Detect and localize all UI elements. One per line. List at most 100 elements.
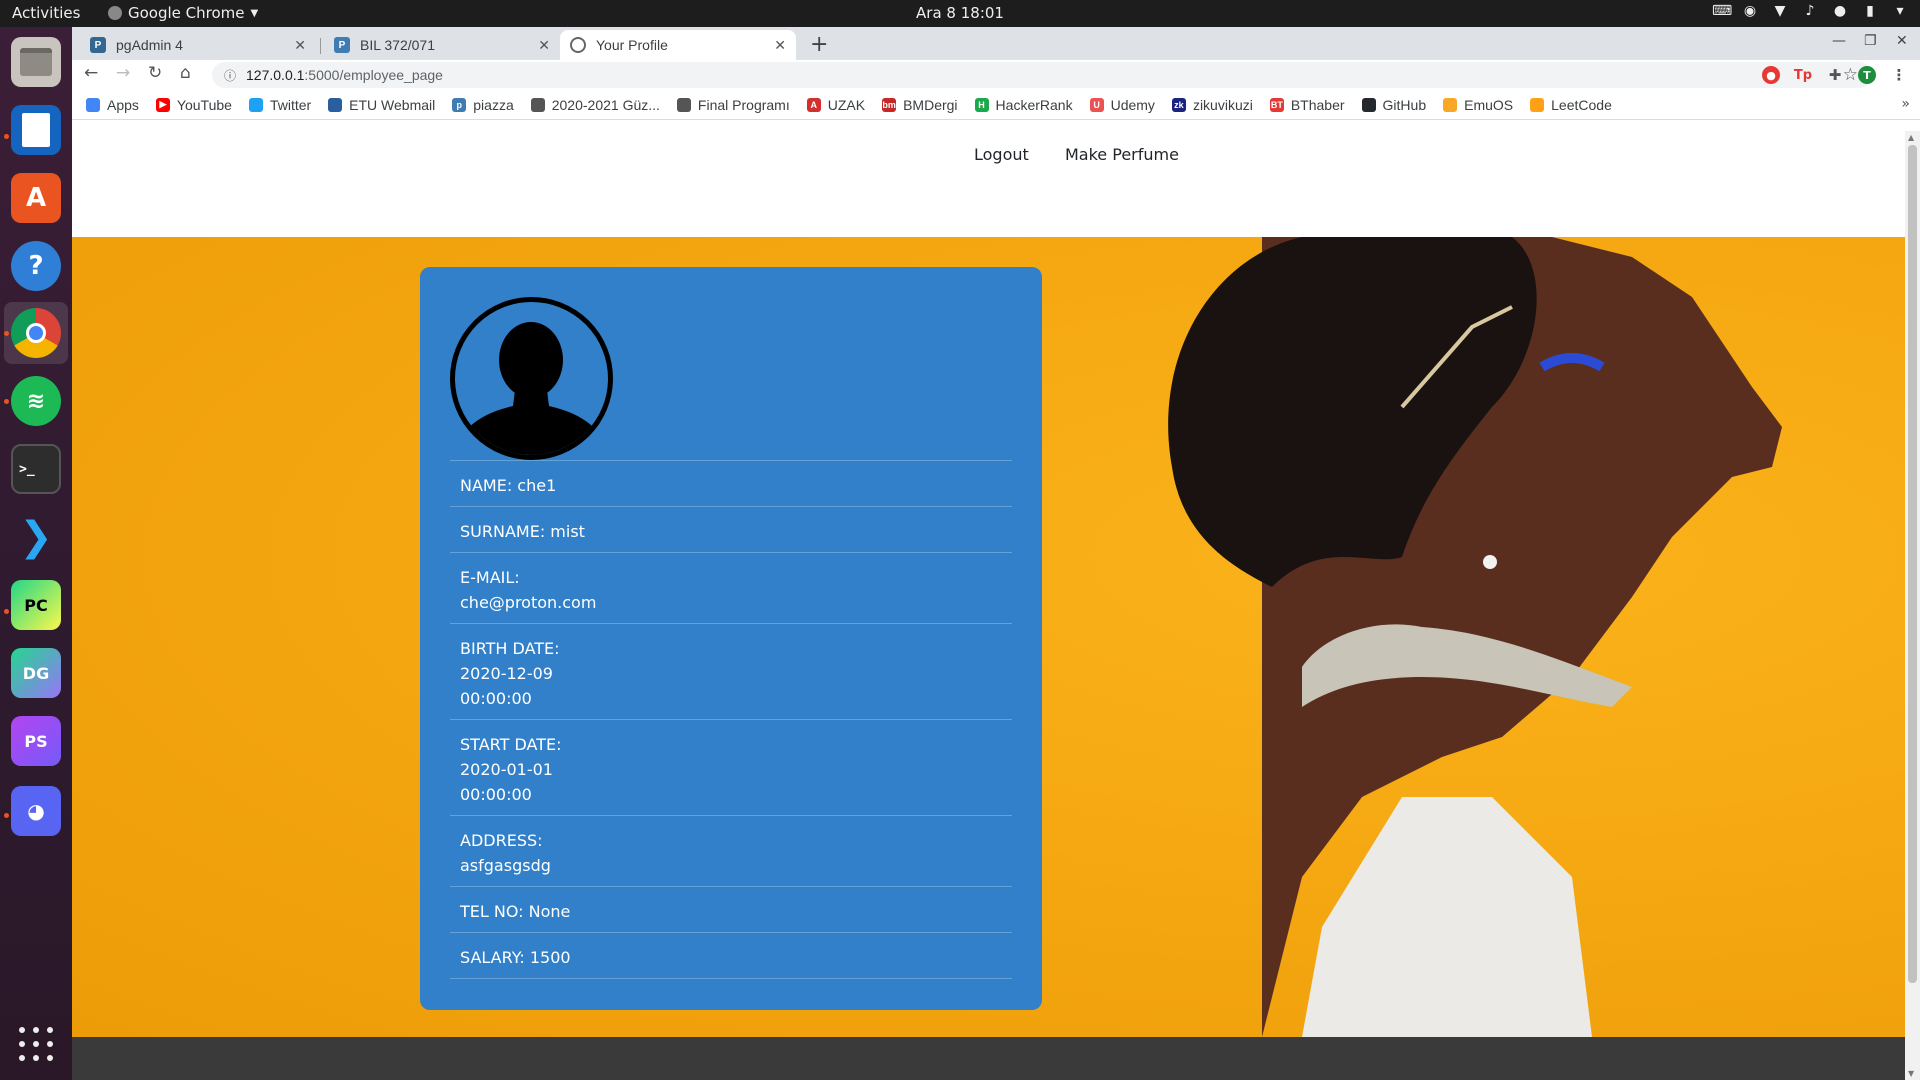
- chrome-icon[interactable]: [11, 308, 61, 358]
- tp-extension-icon[interactable]: Tp: [1794, 66, 1812, 84]
- datagrip-icon[interactable]: DG: [11, 648, 61, 698]
- bookmark-final-program[interactable]: Final Programı: [676, 97, 790, 113]
- bookmark-leetcode[interactable]: LeetCode: [1530, 97, 1612, 113]
- bookmark-hackerrank[interactable]: H HackerRank: [974, 96, 1073, 113]
- start-date-label: START DATE:: [460, 735, 562, 754]
- close-tab-icon[interactable]: ✕: [294, 37, 306, 54]
- system-tray[interactable]: ⌨ ◉ ▼ ♪ ● ▮ ▾: [1712, 3, 1908, 19]
- bookmark-emuos[interactable]: EmuOS: [1443, 97, 1513, 113]
- bookmark-label: Twitter: [269, 96, 312, 113]
- forward-icon[interactable]: →: [116, 63, 130, 83]
- back-icon[interactable]: ←: [84, 63, 98, 83]
- site-info-icon[interactable]: ⓘ: [224, 67, 236, 84]
- home-icon[interactable]: ⌂: [180, 63, 191, 83]
- bookmark-bthaber[interactable]: BT BThaber: [1269, 97, 1345, 113]
- close-window-icon[interactable]: ✕: [1896, 33, 1908, 49]
- tab-separator: [320, 38, 321, 54]
- bookmark-favicon-icon: [1361, 97, 1376, 112]
- power-menu-icon[interactable]: ▾: [1892, 3, 1908, 19]
- email-row: E-MAIL: che@proton.com: [450, 552, 1012, 623]
- tab-strip: P pgAdmin 4 ✕ P BIL 372/071 ✕ Your Profi…: [72, 27, 1920, 60]
- pycharm-icon[interactable]: PC: [11, 580, 61, 630]
- bookmark-uzak[interactable]: A UZAK: [806, 97, 865, 113]
- bookmark-label: Udemy: [1110, 96, 1155, 113]
- adblock-extension-icon[interactable]: ●: [1762, 66, 1780, 84]
- site-navbar: Logout Make Perfume: [72, 131, 1905, 237]
- discord-tray-icon[interactable]: ◉: [1742, 3, 1758, 19]
- bookmark-label: HackerRank: [995, 96, 1073, 113]
- bookmark-label: ETU Webmail: [349, 96, 436, 113]
- bookmark-favicon-icon: bm: [882, 97, 897, 112]
- minimize-icon[interactable]: —: [1832, 33, 1846, 49]
- scrollbar-thumb[interactable]: [1908, 145, 1917, 983]
- address-bar[interactable]: ⓘ 127.0.0.1:5000/employee_page ☆: [212, 62, 1872, 88]
- birth-date-row: BIRTH DATE: 2020-12-09 00:00:00: [450, 623, 1012, 719]
- bookmark-label: piazza: [473, 96, 514, 113]
- logout-link[interactable]: Logout: [974, 145, 1029, 164]
- bookmark-2020-2021-g-z[interactable]: 2020-2021 Güz...: [530, 97, 660, 113]
- bookmarks-overflow-icon[interactable]: »: [1901, 96, 1910, 112]
- surname-row: SURNAME: mist: [450, 506, 1012, 552]
- piazza-favicon-icon: P: [334, 37, 350, 53]
- scroll-up-icon[interactable]: ▲: [1908, 133, 1914, 142]
- close-tab-icon[interactable]: ✕: [774, 37, 786, 54]
- new-tab-button[interactable]: +: [810, 32, 828, 57]
- close-tab-icon[interactable]: ✕: [538, 37, 550, 54]
- discord-icon[interactable]: ◕: [11, 786, 61, 836]
- pgadmin-favicon-icon: P: [90, 37, 106, 53]
- tel-value: TEL NO: None: [460, 902, 571, 921]
- bookmark-star-icon[interactable]: ☆: [1843, 65, 1858, 85]
- scroll-down-icon[interactable]: ▼: [1908, 1069, 1914, 1078]
- make-perfume-link[interactable]: Make Perfume: [1065, 145, 1179, 164]
- start-date-row: START DATE: 2020-01-01 00:00:00: [450, 719, 1012, 815]
- bookmark-favicon-icon: [1443, 97, 1458, 112]
- volume-icon[interactable]: ♪: [1802, 3, 1818, 19]
- birth-date-label: BIRTH DATE:: [460, 639, 560, 658]
- running-indicator: [4, 609, 9, 614]
- bookmark-label: EmuOS: [1464, 96, 1514, 113]
- spotify-icon[interactable]: ≋: [11, 376, 61, 426]
- bookmark-favicon-icon: ▶: [155, 97, 170, 112]
- keyboard-icon[interactable]: ⌨: [1712, 3, 1732, 19]
- bookmark-apps[interactable]: Apps: [86, 97, 139, 113]
- system-top-bar: Activities Google Chrome ▼ Ara 8 18:01 ⌨…: [0, 0, 1920, 27]
- tab-bil372[interactable]: P BIL 372/071 ✕: [324, 30, 560, 60]
- wifi-icon[interactable]: ▼: [1772, 3, 1788, 19]
- profile-avatar[interactable]: T: [1858, 66, 1876, 84]
- phpstorm-icon[interactable]: PS: [11, 716, 61, 766]
- url-path: :5000/employee_page: [304, 67, 443, 83]
- battery-icon[interactable]: ▮: [1862, 3, 1878, 19]
- terminal-icon[interactable]: >_: [11, 444, 61, 494]
- software-center-icon[interactable]: A: [11, 173, 61, 223]
- running-indicator: [4, 331, 9, 336]
- bookmark-github[interactable]: GitHub: [1361, 97, 1426, 113]
- help-icon[interactable]: ?: [11, 241, 61, 291]
- show-applications-icon[interactable]: [19, 1027, 53, 1061]
- bookmark-piazza[interactable]: p piazza: [452, 96, 514, 113]
- microphone-icon[interactable]: ●: [1832, 3, 1848, 19]
- address-value: asfgasgsdg: [460, 856, 551, 875]
- tab-pgadmin[interactable]: P pgAdmin 4 ✕: [80, 30, 316, 60]
- page-scrollbar[interactable]: ▲ ▼: [1905, 131, 1920, 1080]
- bookmark-udemy[interactable]: U Udemy: [1089, 96, 1155, 113]
- bookmark-favicon-icon: [248, 97, 263, 112]
- extensions-puzzle-icon[interactable]: ✚: [1826, 66, 1844, 84]
- chrome-menu-icon[interactable]: ⋮: [1890, 66, 1908, 84]
- start-date-value: 2020-01-01: [460, 760, 553, 779]
- tab-your-profile[interactable]: Your Profile ✕: [560, 30, 796, 60]
- bookmark-zikuvikuzi[interactable]: zk zikuvikuzi: [1171, 97, 1253, 113]
- restore-icon[interactable]: ❐: [1864, 33, 1877, 49]
- files-icon[interactable]: [11, 37, 61, 87]
- reload-icon[interactable]: ↻: [148, 63, 162, 83]
- bookmarks-bar: Apps ▶ YouTube Twitter ETU Webmail p piazza 202…: [72, 90, 1920, 120]
- bookmark-youtube[interactable]: ▶ YouTube: [155, 97, 232, 113]
- name-value: NAME: che1: [460, 476, 557, 495]
- vscode-icon[interactable]: ❯: [11, 512, 61, 562]
- bookmark-twitter[interactable]: Twitter: [248, 96, 312, 113]
- list-divider: [450, 978, 1012, 979]
- email-label: E-MAIL:: [460, 568, 520, 587]
- writer-icon[interactable]: [11, 105, 61, 155]
- bookmark-etu-webmail[interactable]: ETU Webmail: [328, 97, 435, 113]
- clock[interactable]: Ara 8 18:01: [0, 4, 1920, 22]
- bookmark-bmdergi[interactable]: bm BMDergi: [882, 97, 958, 113]
